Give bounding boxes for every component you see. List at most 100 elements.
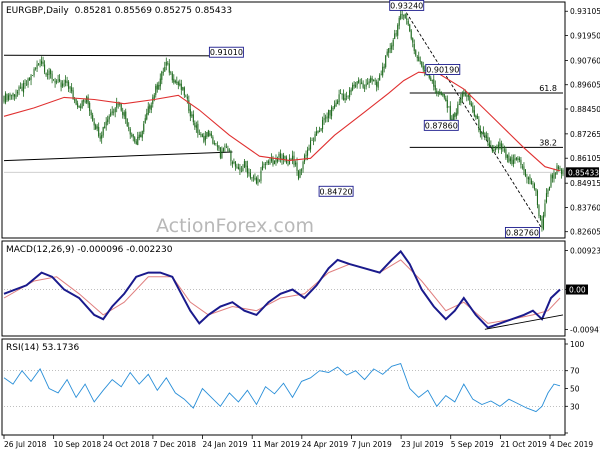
candle-body	[437, 92, 439, 94]
candle-body	[454, 113, 456, 118]
candle-body	[371, 78, 373, 81]
candle-body	[54, 80, 56, 83]
candle-body	[114, 108, 116, 113]
candle-body	[380, 74, 382, 75]
candle-body	[328, 110, 330, 118]
candle-body	[39, 64, 41, 66]
candle-body	[370, 77, 372, 82]
candle-body	[140, 134, 142, 138]
chart-root: ActionForex.com EURGBP,Daily 0.85281 0.8…	[0, 0, 600, 450]
candle-body	[84, 101, 86, 103]
x-tick-label: 23 Jul 2019	[401, 440, 444, 449]
x-tick-label: 21 Oct 2019	[500, 440, 547, 449]
candle-body	[287, 163, 289, 165]
candle-body	[385, 55, 387, 68]
candle-body	[185, 95, 187, 97]
candle-body	[138, 134, 140, 138]
candle-body	[559, 168, 561, 170]
watermark: ActionForex.com	[156, 215, 314, 237]
candle-body	[446, 99, 448, 108]
candle-body	[497, 144, 499, 149]
candle-body	[57, 79, 59, 81]
candle-body	[506, 154, 508, 158]
candle-body	[376, 81, 378, 87]
candle-body	[478, 119, 480, 131]
candle-body	[401, 13, 403, 15]
candle-body	[269, 162, 271, 164]
candle-body	[358, 80, 360, 83]
candle-body	[3, 95, 5, 102]
macd-signal-line	[3, 259, 561, 324]
candle-body	[484, 132, 486, 137]
candle-body	[433, 79, 435, 87]
candle-body	[449, 105, 451, 120]
candle-body	[239, 167, 241, 171]
candle-body	[255, 177, 258, 184]
candle-body	[89, 102, 91, 112]
candle-body	[224, 145, 226, 147]
candle-body	[305, 154, 307, 156]
candle-body	[189, 109, 191, 117]
candle-body	[493, 150, 495, 152]
candle-body	[340, 93, 342, 95]
trendline-upper-channel	[3, 54, 233, 57]
candle-body	[403, 15, 405, 17]
price-ohlc: 0.85281 0.85569 0.85275 0.85433	[75, 6, 232, 16]
candle-body	[397, 25, 399, 36]
candle-body	[116, 102, 118, 108]
candle-body	[249, 172, 251, 178]
candle-body	[306, 149, 309, 156]
candle-body	[395, 33, 397, 35]
candle-body	[443, 94, 445, 98]
candle-body	[331, 106, 333, 117]
candle-body	[122, 111, 124, 115]
x-tick-label: 5 Sep 2019	[451, 440, 494, 449]
price-tick-label: 0.83760	[570, 203, 600, 212]
candle-body	[16, 91, 19, 94]
candle-body	[542, 214, 545, 230]
candle-body	[436, 90, 438, 93]
candle-body	[553, 172, 555, 179]
candle-body	[388, 48, 390, 53]
candle-body	[248, 172, 250, 174]
candle-body	[215, 143, 217, 145]
candle-body	[309, 140, 312, 150]
candle-body	[80, 106, 82, 108]
candle-body	[323, 118, 325, 121]
candle-body	[391, 45, 393, 50]
candle-body	[25, 84, 28, 86]
candle-body	[527, 177, 529, 180]
candle-body	[394, 33, 396, 39]
trendline-downtrend	[403, 8, 543, 229]
candle-body	[132, 134, 134, 138]
candle-body	[415, 50, 417, 56]
candle-body	[275, 159, 277, 163]
candle-body	[237, 167, 239, 170]
candle-body	[117, 104, 119, 106]
candle-body	[107, 119, 109, 123]
price-annotation-label: 0.84720	[320, 187, 353, 196]
candle-body	[47, 74, 49, 75]
candle-body	[186, 96, 188, 99]
candle-body	[379, 75, 381, 81]
candle-body	[216, 145, 218, 147]
candle-body	[78, 106, 80, 108]
chart-svg: ActionForex.com EURGBP,Daily 0.85281 0.8…	[1, 0, 600, 449]
candle-body	[332, 108, 334, 110]
candle-body	[491, 147, 493, 152]
trendline-lower-channel	[3, 151, 233, 162]
candle-body	[335, 102, 337, 106]
candle-body	[521, 166, 523, 168]
candle-body	[62, 83, 64, 87]
candle-body	[207, 130, 209, 137]
candle-body	[508, 155, 510, 162]
candle-body	[35, 68, 37, 69]
candle-body	[143, 123, 145, 132]
candle-body	[98, 126, 100, 137]
candle-body	[434, 85, 436, 90]
candle-body	[535, 188, 537, 192]
candle-body	[311, 140, 313, 141]
candle-body	[487, 136, 489, 142]
candle-body	[155, 85, 157, 95]
candle-body	[252, 176, 254, 178]
